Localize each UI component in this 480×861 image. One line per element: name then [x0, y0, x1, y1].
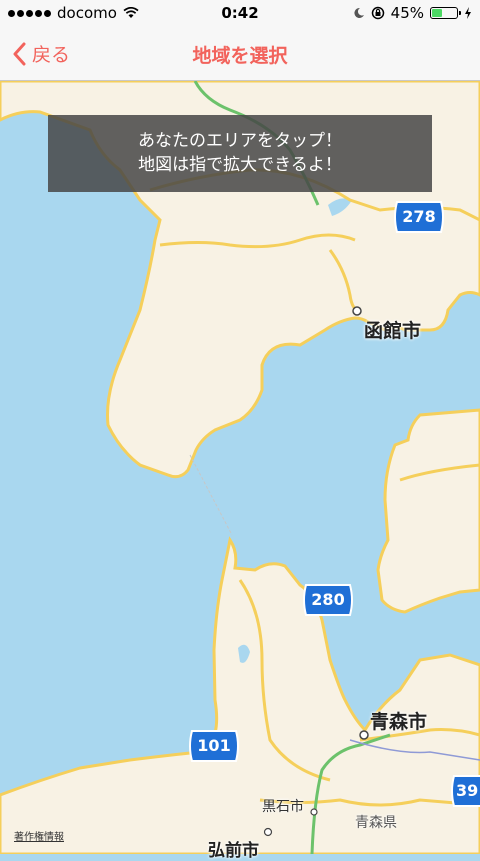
status-bar: docomo 0:42 45%	[0, 0, 480, 26]
map-view[interactable]: 278 280 101 39	[0, 81, 480, 854]
pref-label-aomori: 青森県	[355, 815, 397, 831]
page-title: 地域を選択	[192, 45, 288, 67]
status-right: 45%	[353, 4, 472, 22]
legal-link[interactable]: 著作権情報	[14, 828, 64, 843]
kuroishi-marker	[310, 808, 318, 816]
moon-icon	[354, 7, 364, 18]
route-shield-278: 278	[393, 199, 445, 235]
navigation-bar: 戻る 地域を選択	[0, 26, 480, 81]
instruction-line-1: あなたのエリアをタップ！	[138, 131, 342, 151]
instruction-overlay: あなたのエリアをタップ！ 地図は指で拡大できるよ！	[48, 115, 432, 192]
hirosaki-marker	[263, 827, 273, 837]
battery-percent: 45%	[390, 4, 424, 22]
route-shield-101: 101	[188, 728, 240, 764]
battery-icon	[430, 7, 461, 19]
rotation-lock-icon	[371, 6, 384, 20]
instruction-line-2: 地図は指で拡大できるよ！	[138, 155, 342, 175]
route-shield-280: 280	[302, 582, 354, 618]
city-label-aomori: 青森市	[370, 711, 428, 733]
aomori-marker	[359, 730, 369, 740]
route-shield-39: 39	[450, 773, 480, 809]
city-label-hirosaki: 弘前市	[208, 841, 259, 861]
hakodate-marker	[352, 306, 362, 316]
battery-fill	[432, 9, 442, 17]
city-label-kuroishi: 黒石市	[262, 799, 304, 815]
charging-icon	[465, 7, 471, 19]
city-label-hakodate: 函館市	[364, 320, 422, 342]
map-canvas[interactable]	[0, 81, 480, 854]
